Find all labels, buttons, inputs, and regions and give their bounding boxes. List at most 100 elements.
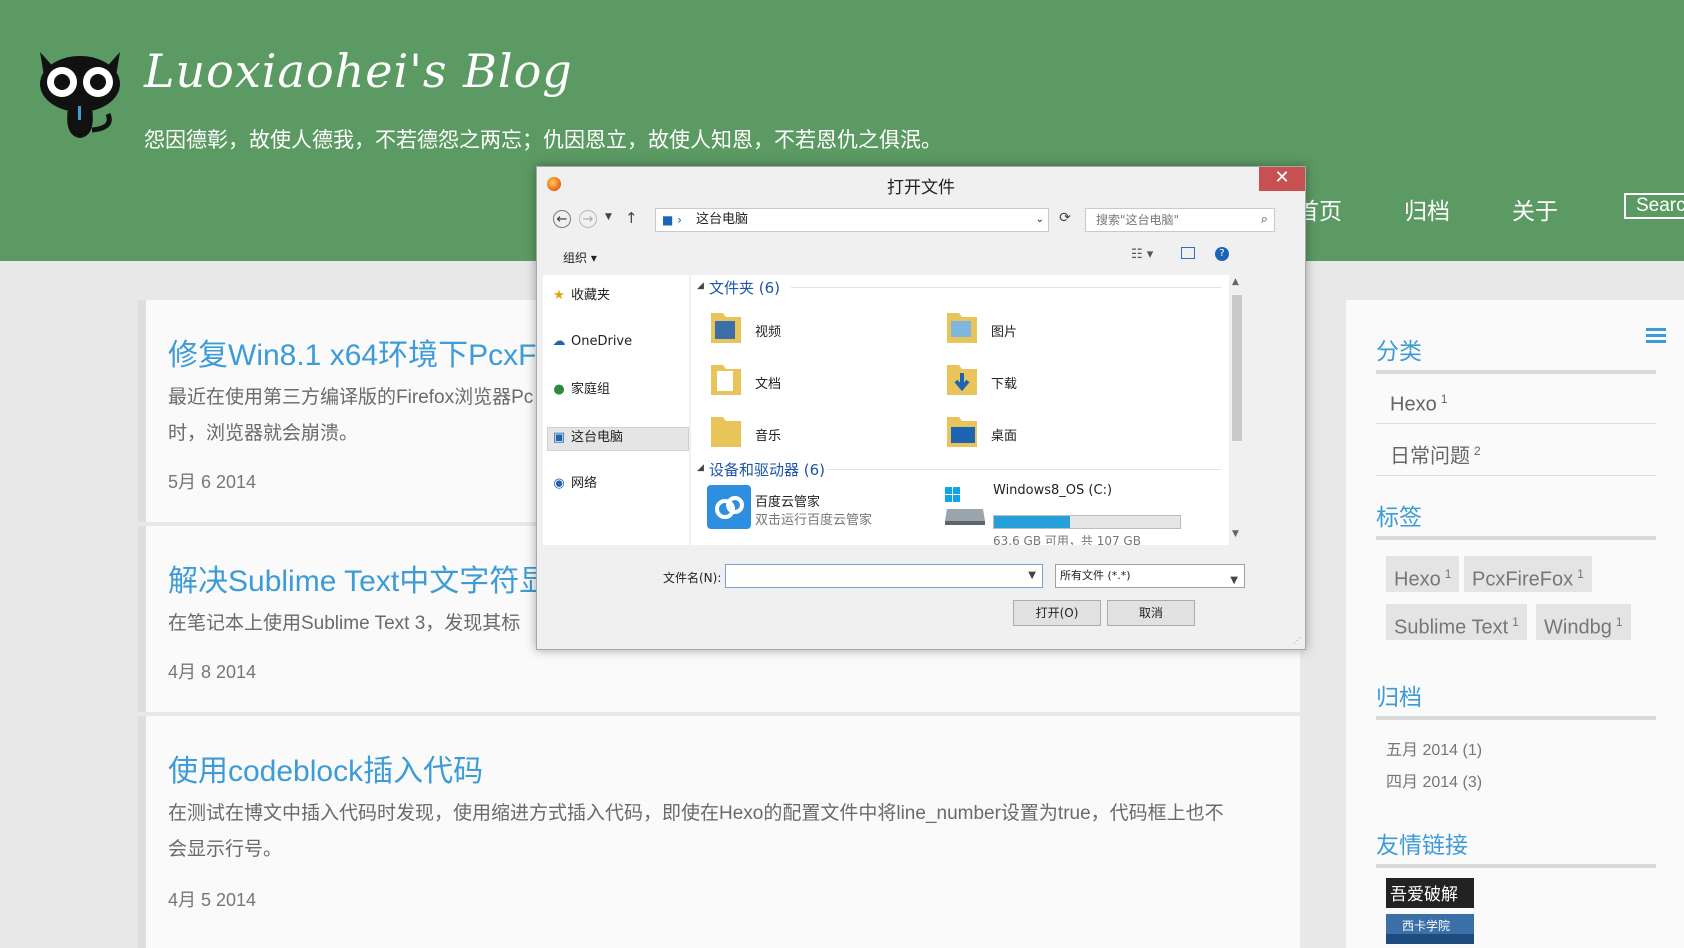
- tree-item-this-pc[interactable]: ▣ 这台电脑: [551, 427, 623, 449]
- videos-folder-icon: [711, 313, 741, 343]
- app-name[interactable]: 百度云管家: [755, 491, 820, 510]
- tag-name: Windbg: [1544, 616, 1612, 639]
- tree-label: 收藏夹: [571, 288, 611, 303]
- filename-input[interactable]: ▼: [725, 564, 1043, 588]
- address-bar[interactable]: ■ › 这台电脑 ⌄: [655, 208, 1049, 232]
- recent-dropdown-icon[interactable]: ▼: [605, 212, 612, 222]
- scroll-up-icon[interactable]: ▲: [1232, 277, 1239, 287]
- folder-label[interactable]: 桌面: [991, 425, 1017, 444]
- tag-count: 1: [1577, 567, 1584, 581]
- post-title[interactable]: 解决Sublime Text中文字符显: [168, 556, 549, 600]
- downloads-folder-icon: [947, 365, 977, 395]
- post-date: 5月 6 2014: [168, 472, 257, 492]
- address-row: ← → ▼ ↑ ■ › 这台电脑 ⌄ ⟳ 搜索"这台电脑" ⌕: [543, 205, 1299, 235]
- site-subtitle: 怨因德彰，故使人德我，不若德怨之两忘；仇因恩立，故使人知恩，不若恩仇之俱泯。: [144, 129, 942, 152]
- tree-item-onedrive[interactable]: ☁ OneDrive: [551, 331, 633, 353]
- post-excerpt-line: 会显示行号。: [168, 839, 283, 860]
- post-date: 4月 8 2014: [168, 662, 257, 682]
- category-name: 日常问题: [1390, 445, 1470, 468]
- dialog-toolbar: 组织 ▾ ☷ ▾ ?: [543, 243, 1299, 273]
- filetype-select[interactable]: 所有文件 (*.*) ▼: [1055, 564, 1245, 588]
- tag-item[interactable]: Windbg 1: [1536, 604, 1631, 640]
- tree-label: 这台电脑: [571, 430, 624, 445]
- tag-item[interactable]: Sublime Text 1: [1386, 604, 1527, 640]
- links-heading: 友情链接: [1376, 832, 1468, 858]
- dialog-search-input[interactable]: 搜索"这台电脑" ⌕: [1085, 208, 1275, 232]
- scroll-down-icon[interactable]: ▼: [1232, 529, 1239, 539]
- star-icon: ★: [553, 288, 565, 303]
- chevron-down-icon[interactable]: ▼: [1028, 570, 1036, 581]
- post-date: 4月 5 2014: [168, 890, 257, 910]
- filetype-value: 所有文件 (*.*): [1060, 569, 1131, 582]
- dialog-titlebar[interactable]: 打开文件 ✕: [537, 167, 1305, 201]
- tag-name: Hexo: [1394, 568, 1441, 591]
- archives-heading: 归档: [1376, 684, 1422, 710]
- drive-icon: [945, 487, 985, 525]
- folder-label[interactable]: 视频: [755, 321, 781, 340]
- link-banner-52pojie[interactable]: 吾爱破解: [1386, 878, 1474, 908]
- cat-logo-icon[interactable]: [34, 42, 126, 142]
- tree-label: 家庭组: [571, 382, 611, 397]
- help-icon[interactable]: ?: [1215, 247, 1229, 261]
- tag-item[interactable]: Hexo 1: [1386, 556, 1460, 592]
- chevron-down-icon[interactable]: ▼: [1230, 570, 1238, 592]
- cloud-icon: ☁: [552, 334, 566, 349]
- forward-icon[interactable]: →: [579, 210, 597, 228]
- folder-label[interactable]: 下载: [991, 373, 1017, 392]
- divider: [1376, 536, 1656, 540]
- computer-icon: ▣: [552, 430, 566, 445]
- up-icon[interactable]: ↑: [625, 209, 638, 227]
- nav-about[interactable]: 关于: [1512, 192, 1558, 226]
- post-title[interactable]: 使用codeblock插入代码: [168, 746, 483, 790]
- post-excerpt-line: 在测试在博文中插入代码时发现，使用缩进方式插入代码，即使在Hexo的配置文件中将…: [168, 803, 1224, 824]
- post-title[interactable]: 修复Win8.1 x64环境下PcxFi: [168, 330, 543, 374]
- collapse-icon[interactable]: ◢: [697, 281, 704, 291]
- tag-count: 1: [1615, 615, 1623, 629]
- site-title[interactable]: Luoxiaohei's Blog: [144, 44, 573, 98]
- app-description: 双击运行百度云管家: [755, 513, 873, 528]
- baidu-cloud-icon: [707, 485, 751, 529]
- nav-archive[interactable]: 归档: [1404, 192, 1450, 226]
- file-view: ◢ 文件夹 (6) 视频 图片 文档 下载 音乐 桌面 ◢ 设备和驱动器 (6)…: [691, 275, 1229, 545]
- tag-count: 1: [1444, 567, 1452, 581]
- pictures-folder-icon: [947, 313, 977, 343]
- cancel-button[interactable]: 取消: [1107, 600, 1195, 626]
- devices-group-header[interactable]: 设备和驱动器 (6): [709, 459, 825, 480]
- tags-heading: 标签: [1376, 504, 1422, 530]
- back-icon[interactable]: ←: [553, 210, 571, 228]
- refresh-icon[interactable]: ⟳: [1055, 210, 1075, 230]
- tree-item-favorites[interactable]: ★ 收藏夹: [551, 285, 610, 307]
- open-button[interactable]: 打开(O): [1013, 600, 1101, 626]
- folder-label[interactable]: 图片: [991, 321, 1017, 340]
- tree-item-homegroup[interactable]: ● 家庭组: [551, 379, 610, 401]
- collapse-icon[interactable]: ◢: [697, 463, 704, 473]
- view-options-icon[interactable]: ☷ ▾: [1131, 247, 1153, 262]
- organize-menu[interactable]: 组织 ▾: [563, 249, 597, 266]
- address-dropdown-icon[interactable]: ⌄: [1036, 209, 1044, 231]
- drive-name[interactable]: Windows8_OS (C:): [993, 483, 1112, 498]
- search-input[interactable]: Search: [1624, 193, 1684, 219]
- close-button[interactable]: ✕: [1259, 167, 1305, 191]
- scrollbar-thumb[interactable]: [1232, 295, 1242, 441]
- folder-label[interactable]: 音乐: [755, 425, 781, 444]
- menu-icon[interactable]: [1646, 328, 1666, 344]
- search-icon[interactable]: ⌕: [1261, 209, 1268, 231]
- categories-heading: 分类: [1376, 338, 1422, 364]
- folders-group-header[interactable]: 文件夹 (6): [709, 277, 780, 298]
- archive-link[interactable]: 五月 2014 (1): [1386, 736, 1482, 760]
- category-item[interactable]: 日常问题 2: [1376, 426, 1656, 476]
- category-name: Hexo: [1390, 393, 1437, 416]
- post-excerpt: 在测试在博文中插入代码时发现，使用缩进方式插入代码，即使在Hexo的配置文件中将…: [168, 796, 1278, 868]
- tag-item[interactable]: PcxFireFox 1: [1464, 556, 1592, 592]
- resize-grip-icon[interactable]: ⋰: [1293, 636, 1301, 645]
- drive-space: 63.6 GB 可用，共 107 GB: [993, 534, 1141, 545]
- folder-label[interactable]: 文档: [755, 373, 781, 392]
- tree-label: 网络: [571, 476, 598, 491]
- link-banner-sicaril[interactable]: 西卡学院: [1386, 914, 1474, 944]
- tree-item-network[interactable]: ◉ 网络: [551, 473, 597, 495]
- divider: [1376, 864, 1656, 868]
- file-view-scrollbar[interactable]: ▲ ▼: [1229, 275, 1245, 545]
- preview-pane-icon[interactable]: [1181, 247, 1195, 259]
- category-item[interactable]: Hexo 1: [1376, 374, 1656, 424]
- archive-link[interactable]: 四月 2014 (3): [1386, 768, 1482, 792]
